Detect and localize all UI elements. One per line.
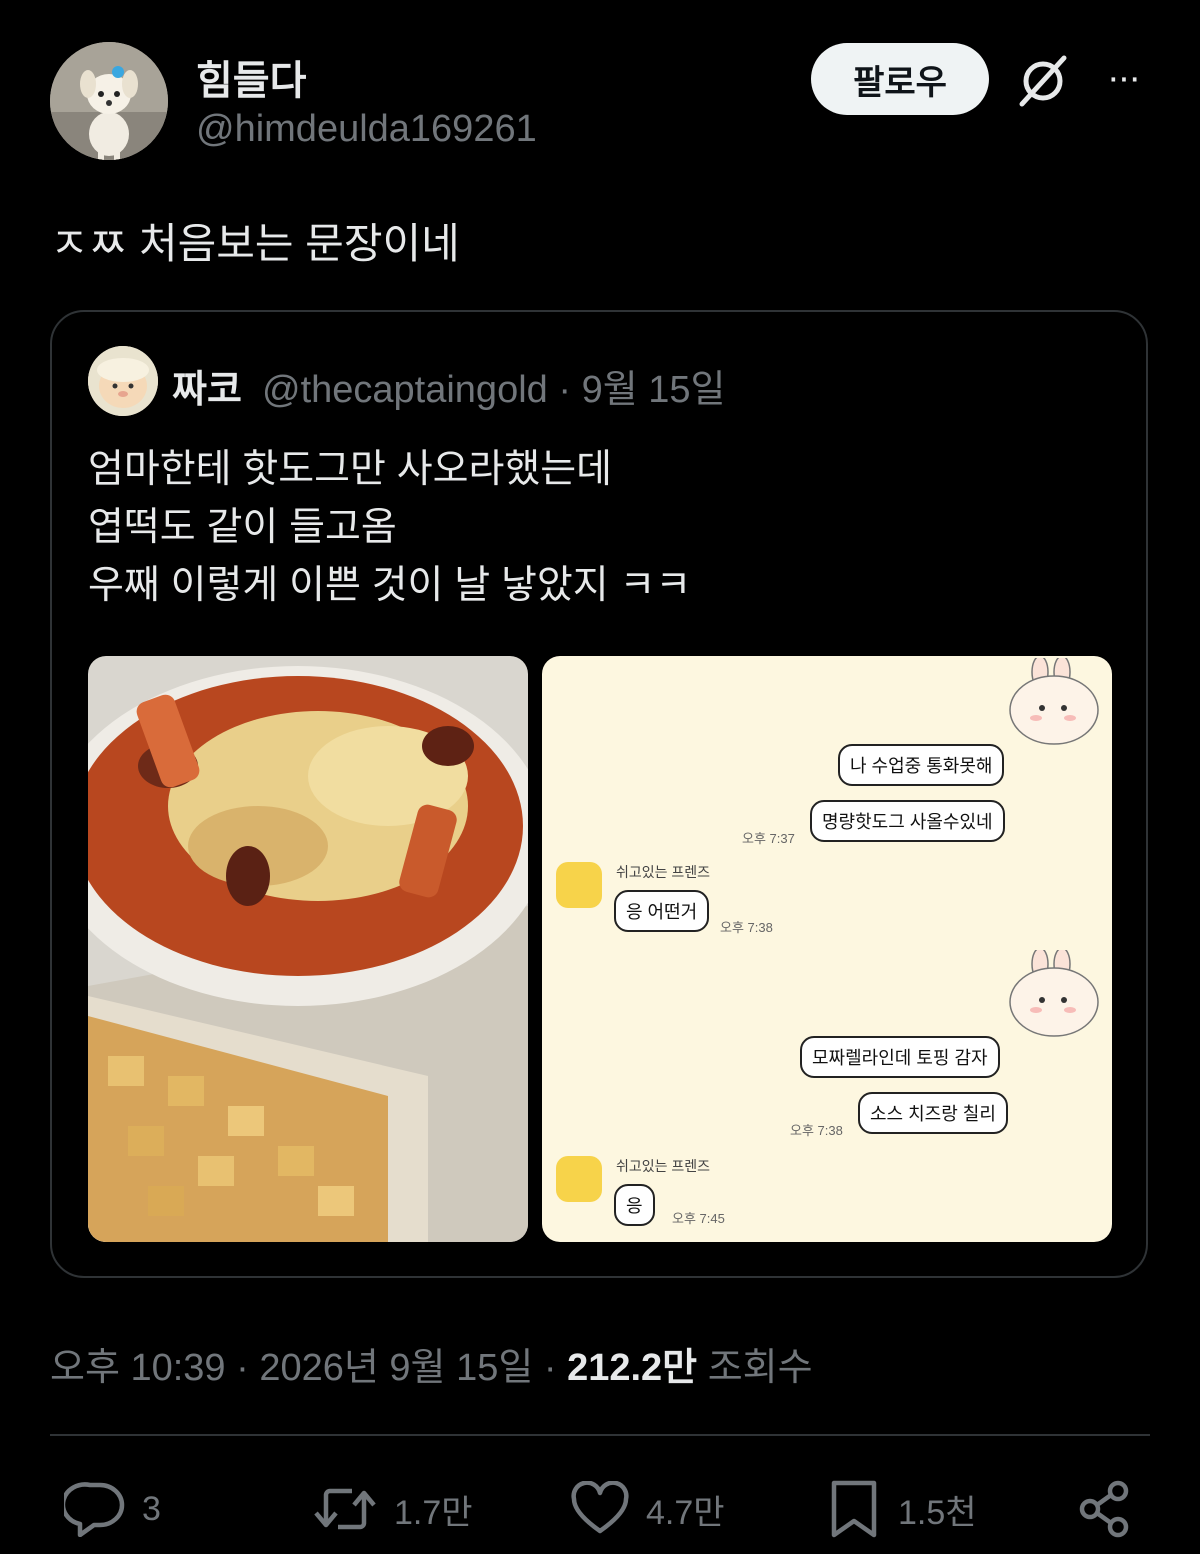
bunny-emoticon-icon bbox=[1004, 947, 1104, 1040]
view-count-label: 조회수 bbox=[707, 1347, 813, 1389]
chat-sender-name: 쉬고있는 프렌즈 bbox=[616, 864, 711, 880]
food-photo[interactable] bbox=[88, 656, 528, 1242]
post-time[interactable]: 오후 10:39 bbox=[50, 1347, 226, 1389]
friend-avatar-icon bbox=[556, 862, 602, 908]
heart-icon bbox=[571, 1481, 629, 1534]
chat-bubble-sent: 모짜렐라인데 토핑 감자 bbox=[800, 1036, 1000, 1078]
repost-button[interactable]: 1.7만 bbox=[312, 1478, 473, 1540]
chat-time: 오후 7:38 bbox=[790, 1123, 843, 1138]
view-count: 212.2만 bbox=[567, 1347, 698, 1389]
tweet-text: ㅈㅉ 처음보는 문장이네 bbox=[50, 220, 460, 267]
share-button[interactable] bbox=[1078, 1478, 1150, 1540]
chat-bubble-sent: 소스 치즈랑 칠리 bbox=[858, 1092, 1008, 1134]
bookmark-icon bbox=[831, 1480, 877, 1538]
repost-count: 1.7만 bbox=[394, 1493, 473, 1532]
chat-bubble-received: 응 bbox=[614, 1184, 655, 1226]
chat-time: 오후 7:38 bbox=[720, 920, 773, 935]
divider bbox=[50, 1434, 1150, 1436]
reply-button[interactable]: 3 bbox=[64, 1478, 161, 1540]
chat-screenshot-photo[interactable]: 나 수업중 통화못해 명량핫도그 사올수있네 오후 7:37 쉬고있는 프렌즈 … bbox=[542, 656, 1112, 1242]
chat-bubble-sent: 명량핫도그 사올수있네 bbox=[810, 800, 1005, 842]
ts-separator: · bbox=[225, 1347, 260, 1389]
quoted-author-handle[interactable]: @thecaptaingold bbox=[262, 369, 548, 411]
tweet-timestamp: 오후 10:39 · 2026년 9월 15일 · 212.2만 조회수 bbox=[50, 1336, 813, 1391]
quoted-author-name[interactable]: 짜코 bbox=[172, 358, 242, 413]
chat-time: 오후 7:37 bbox=[742, 831, 795, 846]
post-date[interactable]: 2026년 9월 15일 bbox=[259, 1347, 533, 1389]
author-display-name[interactable]: 힘들다 bbox=[196, 48, 306, 106]
meta-separator: · bbox=[547, 369, 582, 411]
quoted-text-line: 엽떡도 같이 들고옴 bbox=[88, 506, 397, 549]
like-button[interactable]: 4.7만 bbox=[570, 1478, 725, 1540]
grok-icon[interactable] bbox=[1012, 50, 1074, 112]
reply-icon bbox=[64, 1482, 125, 1537]
reply-count: 3 bbox=[142, 1489, 161, 1528]
like-count: 4.7만 bbox=[646, 1493, 725, 1532]
quoted-text-line: 우째 이렇게 이쁜 것이 날 낳았지 ㅋㅋ bbox=[88, 564, 692, 607]
bookmark-count: 1.5천 bbox=[898, 1493, 977, 1532]
quoted-author-avatar[interactable] bbox=[88, 346, 158, 416]
chat-sender-name: 쉬고있는 프렌즈 bbox=[616, 1158, 711, 1174]
repost-icon bbox=[314, 1488, 376, 1530]
quoted-meta: @thecaptaingold · 9월 15일 bbox=[262, 358, 725, 413]
chat-bubble-sent: 나 수업중 통화못해 bbox=[838, 744, 1005, 786]
puppy-image bbox=[50, 42, 168, 160]
share-icon bbox=[1079, 1480, 1129, 1538]
author-handle[interactable]: @himdeulda169261 bbox=[196, 108, 537, 151]
quoted-avatar-image bbox=[88, 346, 158, 416]
ts-separator: · bbox=[533, 1347, 568, 1389]
bunny-emoticon-icon bbox=[1004, 656, 1104, 748]
follow-button[interactable]: 팔로우 bbox=[811, 43, 989, 115]
friend-avatar-icon bbox=[556, 1156, 602, 1202]
bookmark-button[interactable]: 1.5천 bbox=[826, 1478, 977, 1540]
chat-bubble-received: 응 어떤거 bbox=[614, 890, 710, 932]
quoted-date[interactable]: 9월 15일 bbox=[582, 369, 726, 411]
quoted-text-line: 엄마한테 핫도그만 사오라했는데 bbox=[88, 448, 612, 491]
author-avatar[interactable] bbox=[50, 42, 168, 160]
more-options-icon[interactable]: ··· bbox=[1098, 57, 1148, 99]
chat-time: 오후 7:45 bbox=[672, 1211, 725, 1226]
